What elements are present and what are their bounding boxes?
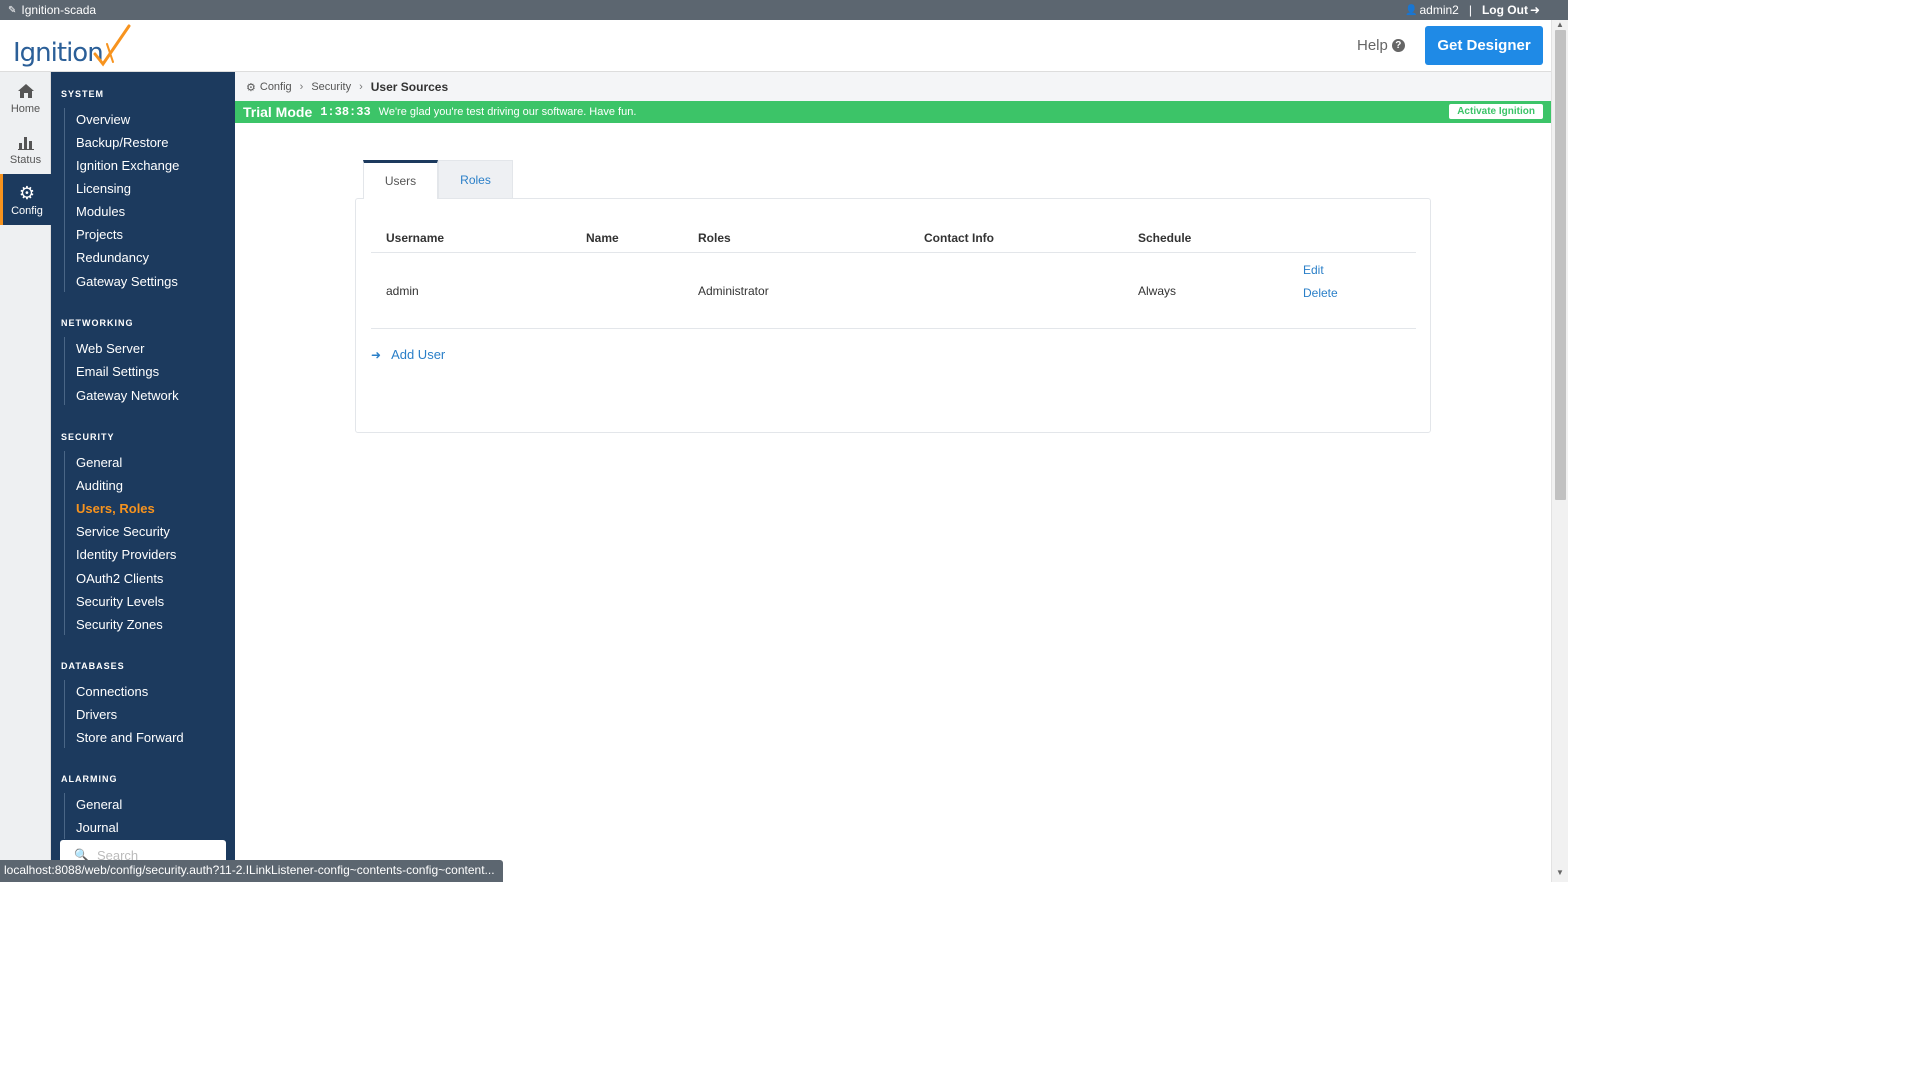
- ignition-logo[interactable]: Ignition: [13, 22, 131, 68]
- logout-link[interactable]: Log Out ➜: [1482, 3, 1540, 17]
- user-icon: 👤: [1405, 4, 1418, 16]
- column-header-schedule: Schedule: [1138, 231, 1192, 245]
- tab-users[interactable]: Users: [363, 160, 438, 199]
- section-title-security: SECURITY: [61, 432, 115, 442]
- sidebar-item-security-zones[interactable]: Security Zones: [76, 617, 163, 632]
- sidebar-item-users-roles[interactable]: Users, Roles: [76, 501, 155, 516]
- section-title-databases: DATABASES: [61, 661, 125, 671]
- rail-status[interactable]: Status: [0, 123, 51, 174]
- cell-schedule: Always: [1138, 284, 1177, 298]
- rail-home[interactable]: Home: [0, 72, 51, 123]
- get-designer-button[interactable]: Get Designer: [1425, 26, 1543, 65]
- separator: |: [1468, 3, 1472, 17]
- sidebar-item-email-settings[interactable]: Email Settings: [76, 364, 159, 379]
- top-bar: ✎ Ignition-scada 👤 admin2 | Log Out ➜: [0, 0, 1568, 20]
- sidebar-item-alarming-general[interactable]: General: [76, 797, 122, 812]
- arrow-right-icon: ➜: [1529, 3, 1540, 17]
- rail-config[interactable]: ⚙ Config: [0, 174, 51, 225]
- section-divider: [64, 337, 65, 405]
- sidebar-item-auditing[interactable]: Auditing: [76, 478, 123, 493]
- column-header-contact-info: Contact Info: [924, 231, 994, 245]
- chevron-right-icon: ›: [359, 81, 363, 93]
- sidebar-item-security-levels[interactable]: Security Levels: [76, 594, 164, 609]
- rail-status-label: Status: [9, 153, 42, 166]
- scroll-thumb[interactable]: [1555, 30, 1566, 500]
- status-url: localhost:8088/web/config/security.auth?…: [0, 860, 503, 882]
- activate-ignition-button[interactable]: Activate Ignition: [1449, 104, 1543, 119]
- add-user-label: Add User: [391, 347, 446, 362]
- icon-rail: Home Status ⚙ Config: [0, 72, 51, 882]
- trial-label: Trial Mode: [243, 104, 313, 120]
- section-divider: [64, 451, 65, 635]
- section-divider: [64, 108, 65, 292]
- sidebar-item-modules[interactable]: Modules: [76, 204, 125, 219]
- gear-icon: ⚙: [246, 81, 256, 94]
- breadcrumb: ⚙ Config › Security › User Sources: [235, 72, 1551, 102]
- sidebar: SYSTEM Overview Backup/Restore Ignition …: [51, 72, 235, 882]
- column-header-roles: Roles: [698, 231, 731, 245]
- logout-label: Log Out: [1481, 3, 1528, 17]
- column-header-username: Username: [386, 231, 445, 245]
- breadcrumb-config[interactable]: Config: [260, 81, 292, 93]
- cell-username: admin: [386, 284, 419, 298]
- scroll-up-icon[interactable]: ▲: [1556, 20, 1564, 29]
- question-icon: ?: [1391, 39, 1405, 52]
- rail-config-label: Config: [11, 204, 43, 217]
- user-label: admin2: [1419, 3, 1459, 17]
- sidebar-item-web-server[interactable]: Web Server: [76, 341, 144, 356]
- sidebar-item-service-security[interactable]: Service Security: [76, 524, 170, 539]
- sidebar-item-gateway-network[interactable]: Gateway Network: [76, 388, 179, 403]
- sidebar-item-store-and-forward[interactable]: Store and Forward: [76, 730, 184, 745]
- edit-icon: ✎: [8, 4, 17, 16]
- sidebar-item-connections[interactable]: Connections: [76, 684, 148, 699]
- sidebar-item-redundancy[interactable]: Redundancy: [76, 250, 149, 265]
- section-title-system: SYSTEM: [61, 89, 105, 99]
- sidebar-item-projects[interactable]: Projects: [76, 227, 123, 242]
- logo-check-icon: [93, 24, 131, 67]
- sidebar-item-drivers[interactable]: Drivers: [76, 707, 117, 722]
- sidebar-item-backup-restore[interactable]: Backup/Restore: [76, 135, 169, 150]
- users-panel: Username Name Roles Contact Info Schedul…: [355, 198, 1431, 433]
- trial-timer: 1:38:33: [320, 105, 371, 119]
- section-title-alarming: ALARMING: [61, 774, 118, 784]
- arrow-right-icon: ➜: [371, 347, 382, 362]
- section-divider: [64, 793, 65, 839]
- logo-text: Ignition: [13, 38, 104, 68]
- edit-link[interactable]: Edit: [1303, 263, 1324, 277]
- help-link[interactable]: Help ?: [1357, 37, 1405, 54]
- section-divider: [64, 680, 65, 748]
- trial-banner: Trial Mode 1:38:33 We're glad you're tes…: [235, 101, 1551, 123]
- gear-icon: ⚙: [18, 182, 36, 203]
- sidebar-item-ignition-exchange[interactable]: Ignition Exchange: [76, 158, 179, 173]
- section-title-networking: NETWORKING: [61, 318, 134, 328]
- bar-chart-icon: [17, 136, 34, 150]
- sidebar-item-security-general[interactable]: General: [76, 455, 122, 470]
- sidebar-item-journal[interactable]: Journal: [76, 820, 119, 835]
- cell-roles: Administrator: [698, 284, 769, 298]
- header: Ignition Help ? Get Designer: [0, 20, 1552, 72]
- row-divider: [371, 328, 1416, 329]
- header-divider: [371, 252, 1416, 253]
- sidebar-item-licensing[interactable]: Licensing: [76, 181, 131, 196]
- sidebar-item-identity-providers[interactable]: Identity Providers: [76, 547, 176, 562]
- trial-message: We're glad you're test driving our softw…: [378, 106, 637, 118]
- delete-link[interactable]: Delete: [1303, 286, 1338, 300]
- add-user-link[interactable]: ➜ Add User: [371, 347, 445, 362]
- app-name: ✎ Ignition-scada: [0, 3, 96, 17]
- scroll-down-icon[interactable]: ▼: [1556, 868, 1564, 877]
- breadcrumb-current: User Sources: [370, 80, 449, 94]
- page-scrollbar[interactable]: ▲ ▼: [1551, 20, 1568, 882]
- breadcrumb-security[interactable]: Security: [311, 81, 351, 93]
- help-label: Help: [1357, 37, 1388, 54]
- sidebar-item-oauth2-clients[interactable]: OAuth2 Clients: [76, 571, 163, 586]
- home-icon: [17, 83, 34, 98]
- column-header-name: Name: [586, 231, 619, 245]
- sidebar-item-overview[interactable]: Overview: [76, 112, 130, 127]
- tab-roles[interactable]: Roles: [438, 160, 513, 199]
- chevron-right-icon: ›: [299, 81, 304, 93]
- sidebar-item-gateway-settings[interactable]: Gateway Settings: [76, 274, 178, 289]
- rail-home-label: Home: [10, 102, 41, 115]
- user-menu[interactable]: 👤 admin2: [1405, 3, 1459, 17]
- app-name-label: Ignition-scada: [21, 3, 97, 17]
